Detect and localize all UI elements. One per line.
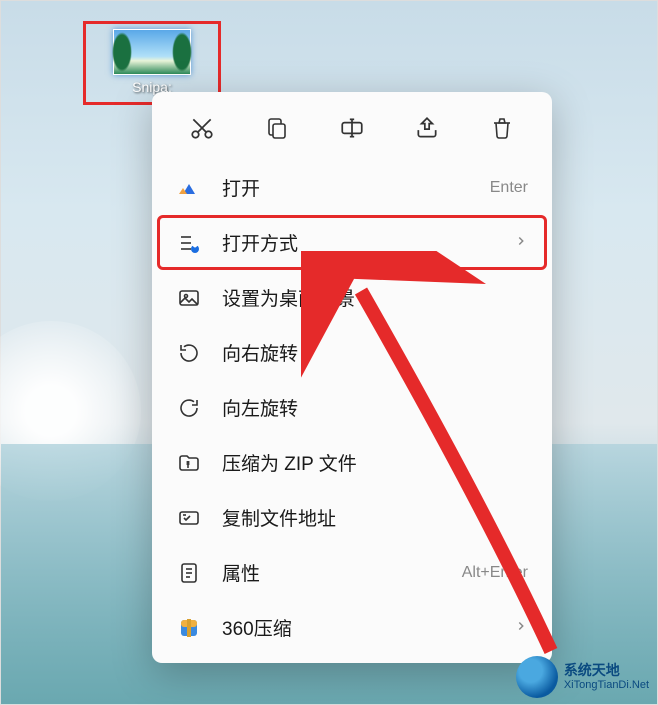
menu-copy-path[interactable]: 复制文件地址	[160, 490, 544, 545]
context-toolbar	[160, 100, 544, 160]
menu-set-wallpaper-label: 设置为桌面背景	[222, 284, 528, 311]
share-icon	[414, 115, 440, 141]
rotate-left-icon	[176, 395, 202, 421]
copy-button[interactable]	[255, 110, 299, 146]
menu-open[interactable]: 打开 Enter	[160, 160, 544, 215]
menu-copy-path-label: 复制文件地址	[222, 504, 528, 531]
cut-button[interactable]	[180, 110, 224, 146]
wallpaper-icon	[176, 285, 202, 311]
photos-app-icon	[176, 175, 202, 201]
menu-compress-zip-label: 压缩为 ZIP 文件	[222, 449, 528, 476]
watermark-text: 系统天地 XiTongTianDi.Net	[564, 663, 649, 690]
share-button[interactable]	[405, 110, 449, 146]
menu-properties-label: 属性	[222, 559, 462, 586]
copy-icon	[265, 116, 289, 140]
trash-icon	[490, 116, 514, 140]
zip-icon	[176, 450, 202, 476]
rename-icon	[339, 115, 365, 141]
menu-open-shortcut: Enter	[490, 179, 528, 197]
context-menu: 打开 Enter 打开方式 设置为桌面背景 向右旋转	[152, 92, 552, 663]
scissors-icon	[189, 115, 215, 141]
menu-rotate-left-label: 向左旋转	[222, 394, 528, 421]
menu-open-with[interactable]: 打开方式	[157, 215, 547, 270]
file-thumbnail	[113, 29, 191, 75]
watermark: 系统天地 XiTongTianDi.Net	[516, 656, 649, 698]
menu-360-compress[interactable]: 360压缩	[160, 600, 544, 655]
360zip-icon	[176, 615, 202, 641]
menu-open-with-label: 打开方式	[222, 229, 514, 256]
copy-path-icon	[176, 505, 202, 531]
chevron-right-icon	[514, 232, 528, 254]
rotate-right-icon	[176, 340, 202, 366]
properties-icon	[176, 560, 202, 586]
menu-set-wallpaper[interactable]: 设置为桌面背景	[160, 270, 544, 325]
rename-button[interactable]	[330, 110, 374, 146]
menu-rotate-left[interactable]: 向左旋转	[160, 380, 544, 435]
menu-rotate-right-label: 向右旋转	[222, 339, 528, 366]
watermark-globe-icon	[516, 656, 558, 698]
menu-360-compress-label: 360压缩	[222, 614, 514, 641]
chevron-right-icon	[514, 617, 528, 639]
menu-properties[interactable]: 属性 Alt+Enter	[160, 545, 544, 600]
menu-rotate-right[interactable]: 向右旋转	[160, 325, 544, 380]
delete-button[interactable]	[480, 110, 524, 146]
menu-compress-zip[interactable]: 压缩为 ZIP 文件	[160, 435, 544, 490]
open-with-icon	[176, 230, 202, 256]
menu-open-label: 打开	[222, 174, 490, 201]
menu-properties-shortcut: Alt+Enter	[462, 564, 528, 582]
